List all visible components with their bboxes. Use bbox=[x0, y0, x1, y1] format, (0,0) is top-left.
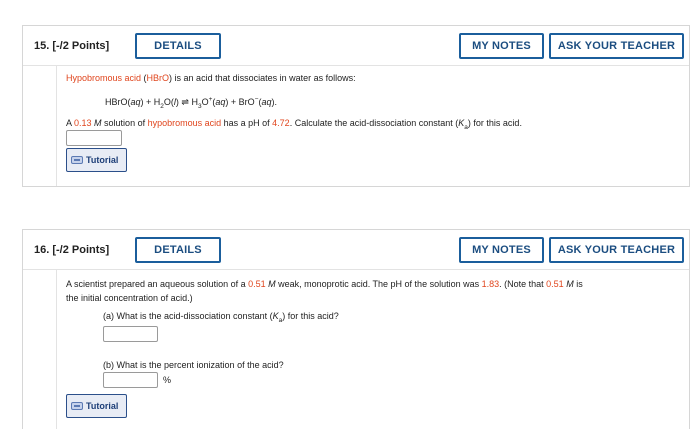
tutorial-button[interactable]: Tutorial bbox=[66, 394, 127, 418]
question-16-number: 16. [-/2 Points] bbox=[34, 244, 110, 256]
tutorial-label: Tutorial bbox=[86, 155, 119, 165]
question-15-card: 15. [-/2 Points] DETAILS MY NOTES ASK YO… bbox=[22, 25, 690, 187]
details-button[interactable]: DETAILS bbox=[135, 33, 221, 59]
my-notes-button[interactable]: MY NOTES bbox=[459, 237, 544, 263]
question-16-card: 16. [-/2 Points] DETAILS MY NOTES ASK YO… bbox=[22, 229, 690, 429]
question-16-statement-line1: A scientist prepared an aqueous solution… bbox=[66, 279, 583, 289]
tutorial-icon bbox=[71, 156, 83, 164]
ph-value: 1.83 bbox=[481, 279, 500, 289]
question-15-header: 15. [-/2 Points] DETAILS MY NOTES ASK YO… bbox=[23, 26, 689, 66]
question-16-body: A scientist prepared an aqueous solution… bbox=[56, 270, 689, 429]
percent-unit: % bbox=[163, 375, 172, 385]
my-notes-button[interactable]: MY NOTES bbox=[459, 33, 544, 59]
tutorial-icon bbox=[71, 402, 83, 410]
part-b-answer-input[interactable] bbox=[103, 372, 158, 388]
tutorial-label: Tutorial bbox=[86, 401, 119, 411]
part-a-prompt: (a) What is the acid-dissociation consta… bbox=[103, 311, 339, 324]
ph-value: 4.72 bbox=[272, 118, 290, 128]
tutorial-button[interactable]: Tutorial bbox=[66, 148, 127, 172]
equilibrium-arrow: ⇌ bbox=[181, 97, 189, 107]
concentration-value: 0.13 bbox=[74, 118, 92, 128]
acid-formula: HBrO bbox=[146, 73, 170, 83]
part-b-prompt: (b) What is the percent ionization of th… bbox=[103, 360, 284, 370]
question-15-body: Hypobromous acid (HBrO) is an acid that … bbox=[56, 66, 689, 186]
question-15-statement: A 0.13 M solution of hypobromous acid ha… bbox=[66, 118, 522, 131]
question-15-number: 15. [-/2 Points] bbox=[34, 40, 110, 52]
concentration-value: 0.51 bbox=[248, 279, 266, 289]
question-16-statement-line2: the initial concentration of acid.) bbox=[66, 293, 193, 303]
ask-your-teacher-button[interactable]: ASK YOUR TEACHER bbox=[549, 33, 684, 59]
ka-answer-input[interactable] bbox=[66, 130, 122, 146]
dissociation-equation: HBrO(aq) + H2O(l) ⇌ H3O+(aq) + BrO−(aq). bbox=[105, 96, 277, 110]
acid-name: Hypobromous acid bbox=[66, 73, 142, 83]
details-button[interactable]: DETAILS bbox=[135, 237, 221, 263]
ask-your-teacher-button[interactable]: ASK YOUR TEACHER bbox=[549, 237, 684, 263]
question-16-header: 16. [-/2 Points] DETAILS MY NOTES ASK YO… bbox=[23, 230, 689, 270]
part-a-answer-input[interactable] bbox=[103, 326, 158, 342]
question-15-intro: Hypobromous acid (HBrO) is an acid that … bbox=[66, 73, 356, 83]
